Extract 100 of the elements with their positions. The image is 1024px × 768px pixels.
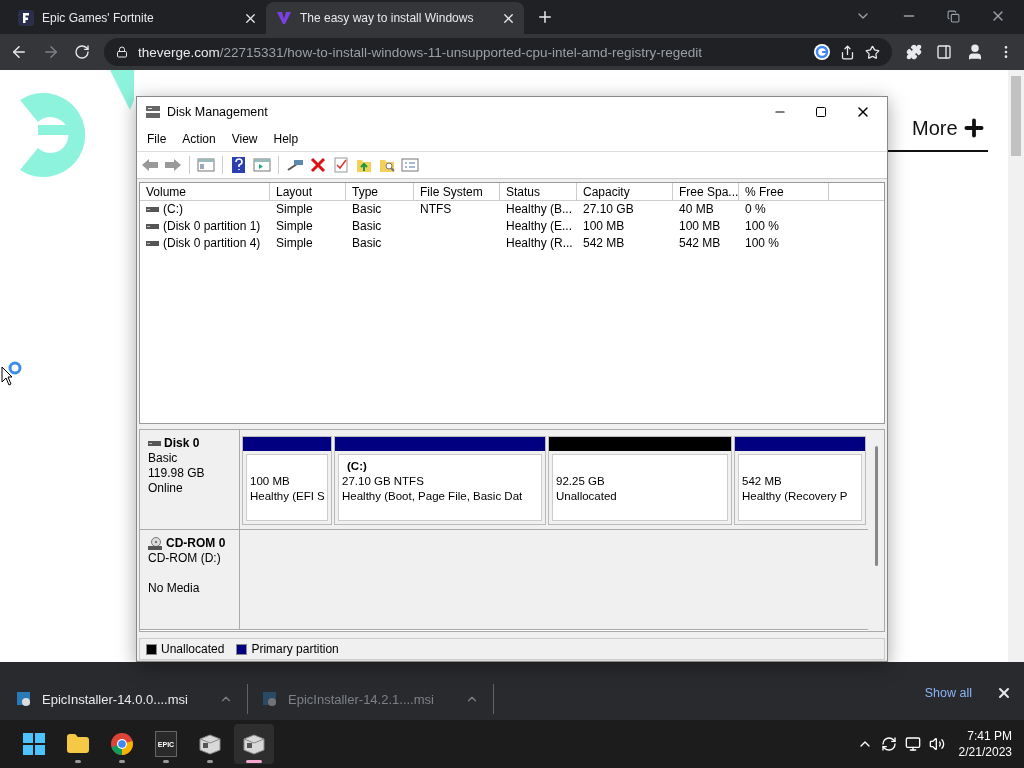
table-cell: (C:) <box>163 200 183 218</box>
partition-size: 100 MB <box>250 474 291 490</box>
column-header[interactable]: Volume <box>140 182 270 200</box>
partition-status: Healthy (Boot, Page File, Basic Dat <box>342 489 524 505</box>
partition-status: Healthy (Recovery P <box>742 489 849 505</box>
scrollbar[interactable] <box>868 430 884 632</box>
tab-title: Epic Games' Fortnite <box>42 11 155 25</box>
show-all-link[interactable]: Show all <box>924 686 972 700</box>
legend-label: Primary partition <box>251 642 339 657</box>
column-header[interactable]: Free Spa... <box>673 182 739 200</box>
menu-item[interactable]: Action <box>174 131 224 146</box>
cd-drive-icon <box>148 536 163 551</box>
table-cell: 100 % <box>745 217 780 235</box>
help-icon[interactable] <box>230 155 248 174</box>
google-icon[interactable] <box>814 44 830 60</box>
url-path: /22715331/how-to-install-windows-11-unsupported-cpu-intel-amd-registry-regedit <box>219 44 703 60</box>
restore-icon[interactable] <box>947 9 960 23</box>
column-header[interactable]: % Free <box>739 182 829 200</box>
drive-icon <box>148 440 161 448</box>
share-icon[interactable] <box>840 44 855 60</box>
partition-block[interactable]: 542 MB Healthy (Recovery P <box>734 436 866 526</box>
column-header[interactable]: File System <box>414 182 500 200</box>
address-bar[interactable]: theverge.com/22715331/how-to-install-windows-11-unsupported-cpu-intel-amd-registry-regedit <box>104 38 892 66</box>
disk-info-panel[interactable]: Disk 0 Basic 119.98 GB Online <box>140 430 240 530</box>
table-cell: Healthy (E... <box>506 217 573 235</box>
table-cell: 27.10 GB <box>583 200 634 218</box>
page-scrollbar[interactable] <box>1008 70 1024 662</box>
drive-icon <box>146 222 159 230</box>
side-panel-icon[interactable] <box>936 44 952 60</box>
column-header[interactable]: Capacity <box>577 182 673 200</box>
drive-icon <box>146 239 159 247</box>
extensions-icon[interactable] <box>906 44 922 60</box>
installer-icon[interactable] <box>198 733 222 755</box>
tab-favicon-icon <box>18 10 34 26</box>
partition-block[interactable]: 92.25 GB Unallocated <box>548 436 732 526</box>
legend-label: Unallocated <box>161 642 225 657</box>
forward-icon[interactable] <box>42 43 60 61</box>
menu-item[interactable]: Help <box>265 131 307 146</box>
table-cell: 40 MB <box>679 200 714 218</box>
bookmark-star-icon[interactable] <box>865 44 880 60</box>
installer-file-icon <box>262 691 278 707</box>
checklist-icon[interactable] <box>332 155 350 174</box>
partition-label: (C:) <box>346 459 368 475</box>
sync-icon[interactable] <box>880 736 897 752</box>
browser-tab[interactable]: The easy way to install Windows <box>266 2 524 34</box>
taskbar-app[interactable] <box>234 724 274 764</box>
tab-title: The easy way to install Windows <box>300 11 475 25</box>
disk-detail: 119.98 GB <box>148 466 206 482</box>
table-cell: NTFS <box>420 200 452 218</box>
windows-icon[interactable] <box>23 733 45 755</box>
maximize-icon[interactable] <box>815 105 827 118</box>
table-cell: Healthy (R... <box>506 234 573 252</box>
table-cell: Healthy (B... <box>506 200 573 218</box>
more-link[interactable]: More <box>912 117 958 140</box>
chrome-icon[interactable] <box>110 732 134 756</box>
table-cell: Simple <box>276 217 313 235</box>
delete-icon[interactable] <box>309 155 327 174</box>
download-item[interactable]: EpicInstaller-14.0.0....msi <box>16 684 248 714</box>
table-cell: 100 MB <box>679 217 721 235</box>
installer-file-icon <box>16 691 32 707</box>
disk-name: Disk 0 <box>164 436 200 452</box>
window-title: Disk Management <box>167 104 268 119</box>
table-cell: Simple <box>276 200 313 218</box>
browser-tab[interactable]: Epic Games' Fortnite <box>8 2 266 34</box>
partition-size: 92.25 GB <box>556 474 606 490</box>
reload-icon[interactable] <box>74 44 90 60</box>
partition-block[interactable]: (C:) 27.10 GB NTFS Healthy (Boot, Page File, Basic Dat <box>334 436 546 526</box>
column-header[interactable]: Layout <box>270 182 346 200</box>
table-cell: Simple <box>276 234 313 252</box>
disk-management-icon <box>145 104 161 119</box>
partition-status: Healthy (EFI S <box>250 489 326 505</box>
disk-info-panel[interactable]: CD-ROM 0 CD-ROM (D:) No Media <box>140 530 240 630</box>
volume-icon[interactable] <box>928 736 945 752</box>
back-icon[interactable] <box>10 43 28 61</box>
folder-icon[interactable] <box>66 732 90 756</box>
table-cell: 542 MB <box>583 234 625 252</box>
table-cell: 542 MB <box>679 234 721 252</box>
disk-name: CD-ROM 0 <box>166 536 226 552</box>
action-pane-icon[interactable] <box>253 155 271 174</box>
lock-icon <box>116 46 128 58</box>
menu-item[interactable]: File <box>139 131 175 146</box>
disk-detail: CD-ROM (D:) <box>148 551 222 567</box>
network-icon[interactable] <box>904 736 921 752</box>
installer-icon[interactable] <box>242 733 266 755</box>
new-tab-icon[interactable] <box>536 8 554 26</box>
partition-block[interactable]: 100 MB Healthy (EFI S <box>242 436 332 526</box>
table-cell: 100 MB <box>583 217 625 235</box>
partition-status: Unallocated <box>556 489 618 505</box>
download-item[interactable]: EpicInstaller-14.2.1....msi <box>262 684 494 714</box>
clock[interactable]: 7:41 PM 2/21/2023 <box>958 728 1012 760</box>
tab-favicon-icon <box>276 10 292 26</box>
table-cell: (Disk 0 partition 4) <box>163 234 261 252</box>
profile-icon[interactable] <box>966 43 984 61</box>
column-header[interactable]: Status <box>500 182 577 200</box>
close-shelf-icon[interactable] <box>996 685 1012 701</box>
column-header[interactable]: Type <box>346 182 414 200</box>
menu-item[interactable]: View <box>223 131 266 146</box>
table-cell: Basic <box>352 200 382 218</box>
table-cell: 0 % <box>745 200 766 218</box>
disk-status: No Media <box>148 581 201 597</box>
